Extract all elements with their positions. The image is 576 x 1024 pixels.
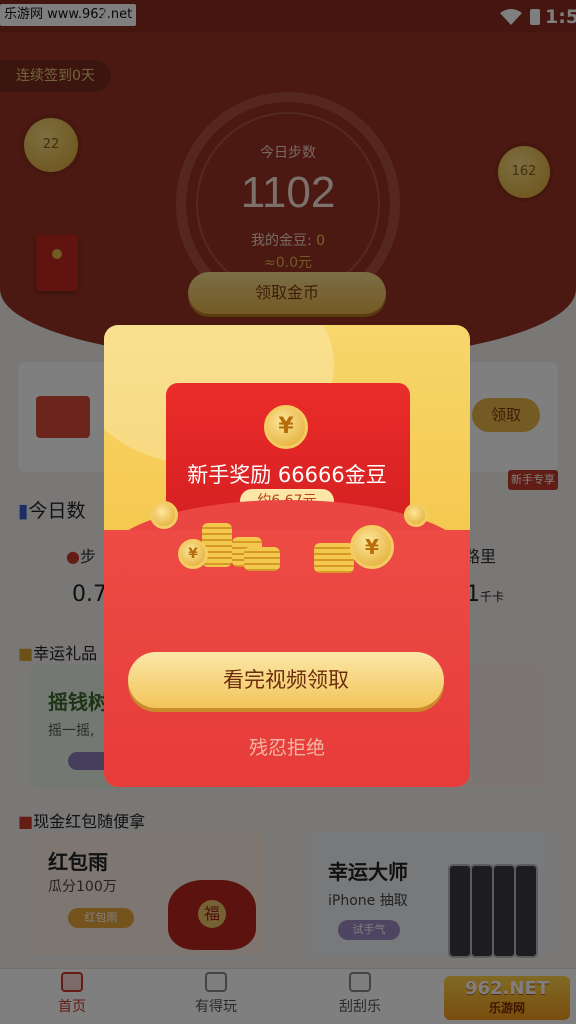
yuan-coin-icon: ¥ <box>264 405 308 449</box>
coin-icon <box>150 501 178 529</box>
coin-stack <box>244 547 280 571</box>
newbie-reward-dialog: ¥ 新手奖励 66666金豆 约6.67元 ¥ ¥ 看完视频领取 残忍拒绝 <box>104 325 470 787</box>
watch-video-claim-button[interactable]: 看完视频领取 <box>128 652 444 708</box>
coin-icon: ¥ <box>350 525 394 569</box>
coin-stack <box>314 543 354 573</box>
coin-icon: ¥ <box>178 539 208 569</box>
refuse-link[interactable]: 残忍拒绝 <box>104 733 470 760</box>
coin-icon <box>404 503 428 527</box>
reward-title: 新手奖励 66666金豆 <box>187 463 387 487</box>
